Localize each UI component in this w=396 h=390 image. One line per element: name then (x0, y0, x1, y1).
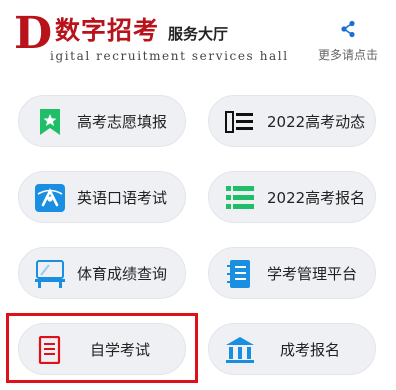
news-list-icon (225, 111, 253, 133)
logo-title: 数字招考 (55, 16, 160, 45)
tile-sports-score[interactable]: 体育成绩查询 (18, 247, 186, 299)
header: D 数字招考 服务大厅 igital recruitment services … (0, 0, 396, 80)
tile-label: 学考管理平台 (267, 265, 358, 283)
share-label: 更多请点击 (317, 48, 378, 62)
tile-adult-exam-signup[interactable]: 成考报名 (208, 323, 376, 375)
tile-gaokao-news[interactable]: 2022高考动态 (208, 95, 376, 147)
tile-gaokao-volunteer[interactable]: 高考志愿填报 (18, 95, 186, 147)
tile-english-oral[interactable]: 英语口语考试 (18, 171, 186, 223)
tile-xuekao-platform[interactable]: 学考管理平台 (208, 247, 376, 299)
institution-icon (226, 337, 254, 363)
logo-letter: D (14, 8, 53, 59)
tile-gaokao-signup[interactable]: 2022高考报名 (208, 171, 376, 223)
tile-label: 成考报名 (279, 341, 340, 359)
logo-english: igital recruitment services hall (50, 49, 289, 63)
english-speech-icon (35, 184, 65, 212)
tile-label: 高考志愿填报 (77, 113, 168, 131)
list-icon (226, 186, 254, 209)
tile-label: 2022高考动态 (267, 113, 366, 131)
notebook-icon (227, 260, 250, 288)
selection-highlight (6, 313, 198, 383)
share-icon (341, 20, 355, 38)
tile-label: 体育成绩查询 (77, 265, 168, 283)
tile-label: 2022高考报名 (267, 189, 366, 207)
sports-icon (35, 260, 65, 288)
logo-subtitle: 服务大厅 (168, 25, 229, 43)
tile-label: 英语口语考试 (77, 189, 168, 207)
star-bookmark-icon (40, 109, 60, 135)
share-button[interactable]: 更多请点击 (312, 20, 384, 63)
